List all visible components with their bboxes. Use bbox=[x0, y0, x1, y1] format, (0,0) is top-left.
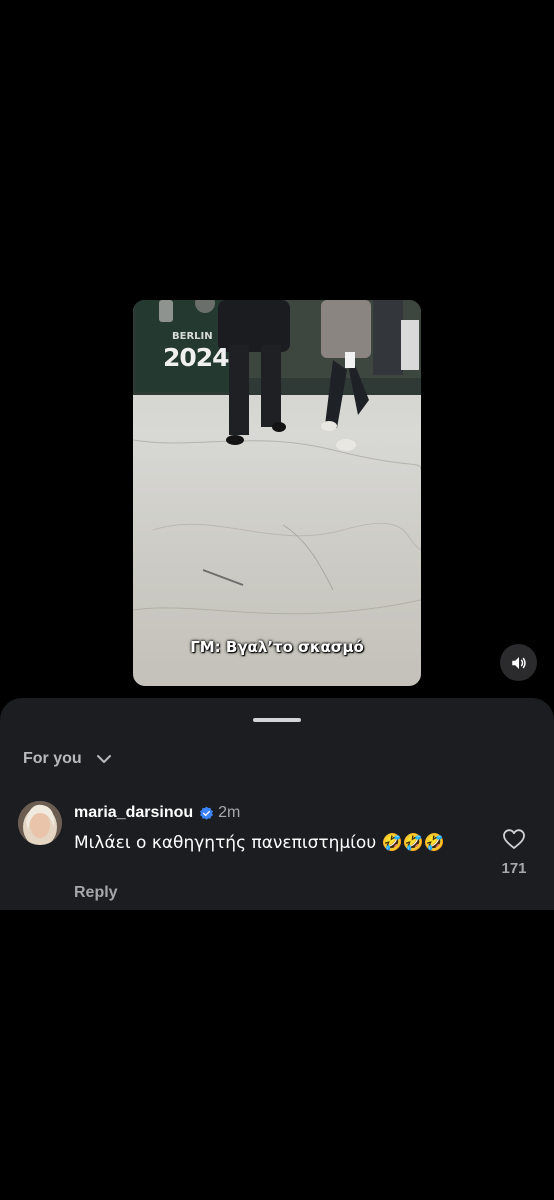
heart-icon[interactable] bbox=[502, 828, 526, 850]
video-player[interactable]: BERLIN 2024 ΓΜ: Βγαλ’το σκασμό bbox=[133, 300, 421, 686]
like-control: 171 bbox=[496, 828, 532, 877]
feed-selector-label: For you bbox=[23, 750, 82, 767]
verified-badge-icon bbox=[199, 806, 214, 821]
comment-text: Μιλάει ο καθηγητής πανεπιστημίου 🤣🤣🤣 bbox=[74, 833, 446, 853]
reply-button[interactable]: Reply bbox=[74, 884, 118, 902]
like-count: 171 bbox=[501, 860, 527, 877]
banner-city: BERLIN bbox=[172, 331, 213, 342]
speaker-icon bbox=[511, 656, 526, 669]
comment-header: maria_darsinou 2m bbox=[74, 804, 240, 822]
comment-username[interactable]: maria_darsinou bbox=[74, 804, 193, 822]
comment-timestamp: 2m bbox=[218, 804, 241, 821]
banner-year: 2024 bbox=[163, 343, 230, 372]
sound-toggle-button[interactable] bbox=[500, 644, 537, 681]
avatar[interactable] bbox=[18, 801, 62, 845]
video-caption: ΓΜ: Βγαλ’το σκασμό bbox=[190, 638, 364, 656]
feed-selector[interactable]: For you bbox=[23, 750, 112, 768]
chevron-down-icon bbox=[96, 755, 111, 763]
comments-sheet: For you maria_darsinou 2m Μιλάει ο καθηγ… bbox=[0, 698, 554, 910]
sheet-drag-handle[interactable] bbox=[253, 718, 301, 722]
